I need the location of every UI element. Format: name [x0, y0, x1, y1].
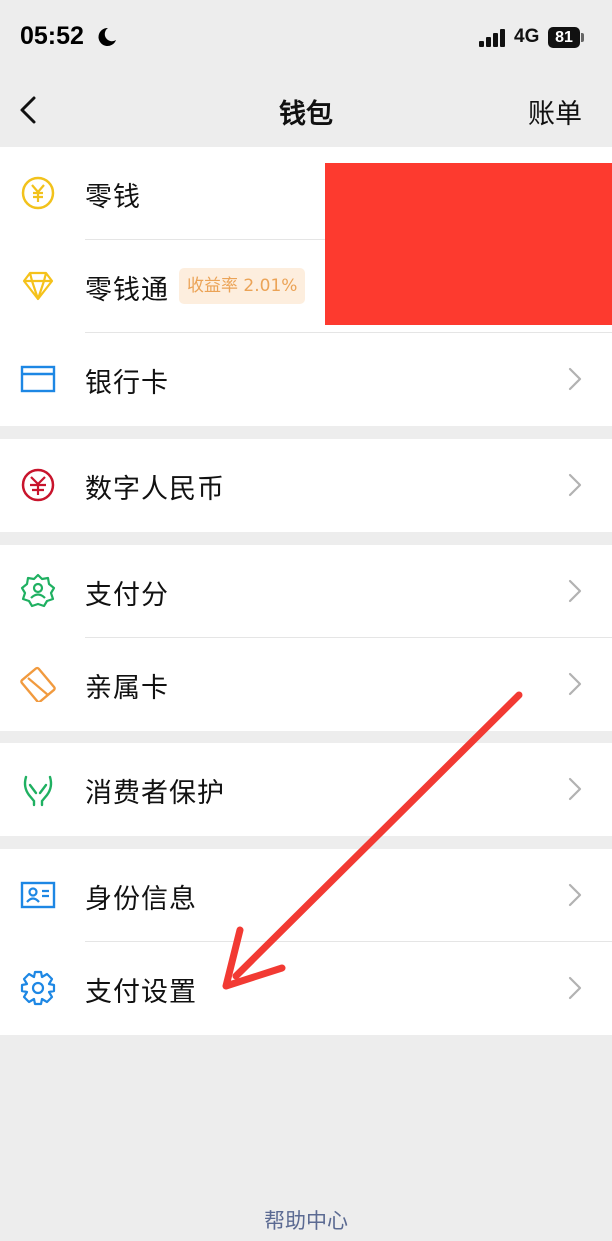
chevron-right-icon — [568, 883, 582, 907]
menu-item-label: 数字人民币 — [85, 474, 225, 505]
redaction-block — [325, 163, 612, 325]
network-type: 4G — [514, 26, 540, 47]
digital-rmb-icon — [21, 468, 55, 502]
menu-group-protection: 消费者保护 — [0, 743, 612, 836]
chevron-right-icon — [568, 473, 582, 497]
yield-badge: 收益率 2.01% — [179, 268, 306, 304]
chevron-right-icon — [568, 976, 582, 1000]
signal-icon — [479, 29, 505, 47]
menu-group-ecny: 数字人民币 — [0, 439, 612, 532]
help-center-link[interactable]: 帮助中心 — [0, 1205, 612, 1235]
nav-bar: 钱包 账单 — [0, 76, 612, 146]
chevron-right-icon — [568, 579, 582, 603]
status-bar: 05:52 4G 81 — [0, 0, 612, 76]
menu-item-label: 银行卡 — [85, 368, 169, 399]
status-time: 05:52 — [20, 22, 84, 50]
moon-icon — [98, 27, 116, 46]
gear-icon — [20, 970, 56, 1006]
yuan-coin-icon — [21, 176, 55, 210]
menu-item-pay-score[interactable]: 支付分 — [0, 545, 612, 638]
menu-item-label: 身份信息 — [85, 884, 197, 915]
chevron-right-icon — [568, 367, 582, 391]
menu-item-label: 消费者保护 — [85, 778, 225, 809]
page-title: 钱包 — [279, 99, 333, 130]
menu-item-label: 亲属卡 — [85, 673, 169, 704]
chevron-right-icon — [568, 777, 582, 801]
consumer-protection-icon — [23, 775, 53, 807]
menu-item-digital-rmb[interactable]: 数字人民币 — [0, 439, 612, 532]
menu-item-payment-settings[interactable]: 支付设置 — [0, 942, 612, 1035]
menu-item-label: 零钱 — [85, 182, 141, 213]
menu-item-label: 支付分 — [85, 580, 169, 611]
battery-tip — [581, 33, 584, 42]
diamond-icon — [22, 271, 54, 301]
menu-item-label: 支付设置 — [85, 977, 197, 1008]
menu-item-bank-card[interactable]: 银行卡 — [0, 333, 612, 426]
id-card-icon — [20, 881, 56, 909]
menu-item-label: 零钱通 — [85, 275, 169, 306]
menu-group-credit: 支付分 亲属卡 — [0, 545, 612, 731]
chevron-right-icon — [568, 672, 582, 696]
menu-group-settings: 身份信息 支付设置 — [0, 849, 612, 1035]
pay-score-icon — [20, 573, 56, 608]
battery-icon: 81 — [548, 27, 580, 48]
menu-item-family-card[interactable]: 亲属卡 — [0, 638, 612, 731]
menu-item-identity-info[interactable]: 身份信息 — [0, 849, 612, 942]
bank-card-icon — [20, 365, 56, 393]
bill-button[interactable]: 账单 — [528, 92, 582, 131]
menu-item-consumer-protection[interactable]: 消费者保护 — [0, 743, 612, 836]
family-card-icon — [20, 666, 56, 702]
